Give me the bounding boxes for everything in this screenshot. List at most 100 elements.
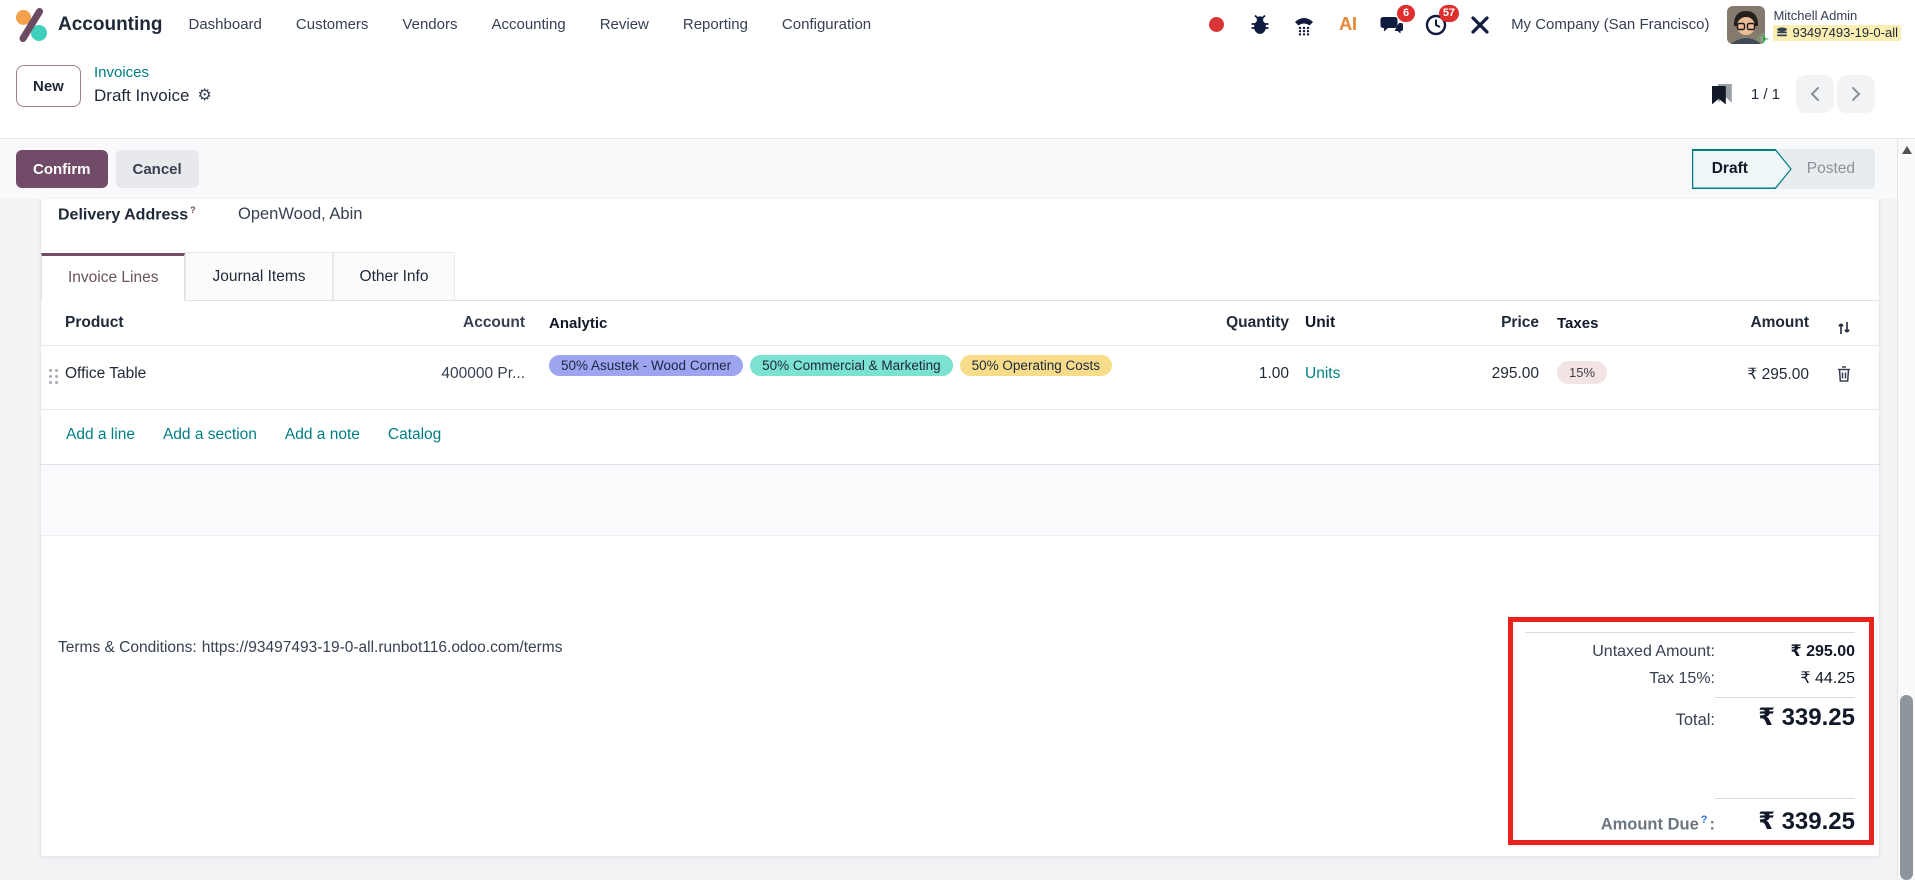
top-nav: Accounting Dashboard Customers Vendors A…: [0, 0, 1915, 49]
add-a-line-link[interactable]: Add a line: [66, 426, 135, 444]
accounting-app-icon: [14, 7, 48, 42]
total-label: Total:: [1675, 711, 1715, 729]
untaxed-amount-value: ₹ 295.00: [1790, 643, 1855, 660]
pager-next-button[interactable]: [1837, 75, 1875, 113]
header-amount[interactable]: Amount: [1649, 314, 1809, 332]
tab-journal-items[interactable]: Journal Items: [185, 252, 333, 301]
menu-vendors[interactable]: Vendors: [402, 16, 457, 33]
drag-handle-icon[interactable]: [48, 369, 58, 385]
amount-due-label: Amount Due?:: [1600, 813, 1715, 834]
status-action-bar: Confirm Cancel Draft Posted: [0, 139, 1915, 199]
record-indicator-icon[interactable]: [1203, 12, 1229, 38]
breadcrumb-invoices[interactable]: Invoices: [94, 62, 212, 84]
header-account[interactable]: Account: [325, 314, 525, 332]
add-a-section-link[interactable]: Add a section: [163, 426, 257, 444]
cancel-button[interactable]: Cancel: [115, 150, 199, 188]
untaxed-amount-label: Untaxed Amount:: [1592, 643, 1715, 660]
vertical-scrollbar[interactable]: [1897, 139, 1915, 880]
lines-footer-links: Add a line Add a section Add a note Cata…: [41, 409, 1879, 466]
scroll-up-arrow-icon[interactable]: [1902, 146, 1912, 154]
activities-clock-icon[interactable]: 57: [1423, 4, 1460, 38]
cell-analytic: 50% Asustek - Wood Corner 50% Commercial…: [525, 355, 1169, 377]
delivery-address-value[interactable]: OpenWood, Abin: [238, 205, 362, 224]
user-name: Mitchell Admin: [1773, 8, 1858, 24]
main-menu: Dashboard Customers Vendors Accounting R…: [189, 16, 872, 33]
terms-and-conditions: Terms & Conditions: https://93497493-19-0…: [58, 639, 562, 657]
invoice-line-row[interactable]: Office Table 400000 Pr... 50% Asustek - …: [41, 345, 1879, 409]
pager-counter: 1 / 1: [1750, 85, 1780, 103]
bookmark-icon[interactable]: [1711, 83, 1735, 105]
help-question-icon: ?: [1700, 813, 1708, 826]
delivery-address-label: Delivery Address?: [58, 205, 196, 224]
status-stepper: Draft Posted: [1692, 149, 1875, 189]
status-draft[interactable]: Draft: [1692, 149, 1792, 189]
amount-due-value: ₹ 339.25: [1715, 798, 1855, 836]
tax-value: ₹ 44.25: [1800, 670, 1855, 687]
confirm-button[interactable]: Confirm: [16, 150, 108, 188]
database-name: 93497493-19-0-all: [1773, 24, 1901, 41]
totals-summary: Untaxed Amount: ₹ 295.00 Tax 15%: ₹ 44.2…: [1525, 632, 1855, 843]
header-taxes[interactable]: Taxes: [1539, 315, 1649, 332]
cell-quantity[interactable]: 1.00: [1169, 355, 1289, 383]
messages-badge: 6: [1397, 4, 1416, 22]
add-a-note-link[interactable]: Add a note: [285, 426, 360, 444]
breadcrumb: Invoices Draft Invoice ⚙: [94, 62, 212, 108]
header-price[interactable]: Price: [1389, 314, 1539, 332]
analytic-tag[interactable]: 50% Commercial & Marketing: [750, 355, 953, 377]
menu-review[interactable]: Review: [600, 16, 649, 33]
menu-accounting[interactable]: Accounting: [491, 16, 565, 33]
analytic-tag[interactable]: 50% Asustek - Wood Corner: [549, 355, 744, 377]
ai-icon[interactable]: AI: [1335, 12, 1361, 38]
plane-badge-icon: ✈: [1757, 30, 1770, 47]
delivery-address-row: Delivery Address? OpenWood, Abin: [41, 199, 1879, 224]
new-button[interactable]: New: [16, 65, 81, 107]
field-sup-marker: ?: [190, 205, 196, 215]
tab-other-info[interactable]: Other Info: [332, 252, 456, 301]
company-switcher[interactable]: My Company (San Francisco): [1511, 16, 1709, 33]
header-quantity[interactable]: Quantity: [1169, 314, 1289, 332]
avatar: ✈: [1727, 5, 1769, 47]
scrollbar-thumb[interactable]: [1900, 695, 1913, 880]
pager-previous-button[interactable]: [1796, 75, 1834, 113]
chevron-left-icon: [1810, 87, 1819, 101]
control-panel: New Invoices Draft Invoice ⚙ 1 / 1: [0, 49, 1915, 139]
menu-configuration[interactable]: Configuration: [782, 16, 871, 33]
menu-reporting[interactable]: Reporting: [683, 16, 748, 33]
messages-icon[interactable]: 6: [1379, 4, 1416, 38]
tab-invoice-lines[interactable]: Invoice Lines: [41, 253, 186, 302]
chevron-right-icon: [1852, 87, 1861, 101]
cell-tax-pill[interactable]: 15%: [1557, 361, 1608, 385]
cell-account[interactable]: 400000 Pr...: [325, 355, 525, 383]
header-product[interactable]: Product: [65, 314, 325, 332]
delete-line-icon[interactable]: [1836, 365, 1852, 383]
cell-price[interactable]: 295.00: [1389, 355, 1539, 383]
app-switcher[interactable]: Accounting: [14, 7, 163, 42]
catalog-link[interactable]: Catalog: [388, 426, 441, 444]
terms-url[interactable]: https://93497493-19-0-all.runbot116.odoo…: [202, 639, 563, 656]
breadcrumb-current: Draft Invoice ⚙: [94, 84, 212, 109]
analytic-tag[interactable]: 50% Operating Costs: [959, 355, 1112, 377]
total-value: ₹ 339.25: [1715, 697, 1855, 732]
gear-icon[interactable]: ⚙: [197, 84, 211, 107]
user-menu[interactable]: ✈ Mitchell Admin 93497493-19-0-all: [1727, 5, 1901, 47]
menu-customers[interactable]: Customers: [296, 16, 369, 33]
lines-table-header: Product Account Analytic Quantity Unit P…: [41, 301, 1879, 345]
header-analytic[interactable]: Analytic: [525, 315, 1169, 332]
notebook-tabs: Invoice Lines Journal Items Other Info: [41, 252, 1879, 302]
activities-badge: 57: [1438, 4, 1460, 22]
dialer-phone-icon[interactable]: [1291, 12, 1317, 38]
terms-label: Terms & Conditions:: [58, 639, 197, 656]
tax-label: Tax 15%:: [1649, 670, 1715, 687]
header-unit[interactable]: Unit: [1289, 314, 1389, 332]
odoo-window: Accounting Dashboard Customers Vendors A…: [0, 0, 1915, 880]
empty-area: [41, 465, 1879, 537]
invoice-form-sheet: Delivery Address? OpenWood, Abin Invoice…: [40, 199, 1880, 857]
database-icon: [1777, 27, 1788, 36]
adjust-columns-icon[interactable]: [1835, 319, 1853, 337]
cell-unit[interactable]: Units: [1305, 365, 1340, 382]
cell-product[interactable]: Office Table: [65, 355, 325, 383]
menu-dashboard[interactable]: Dashboard: [189, 16, 262, 33]
cell-amount: ₹ 295.00: [1747, 366, 1809, 384]
bug-icon[interactable]: [1247, 12, 1273, 38]
tools-icon[interactable]: [1467, 12, 1493, 38]
